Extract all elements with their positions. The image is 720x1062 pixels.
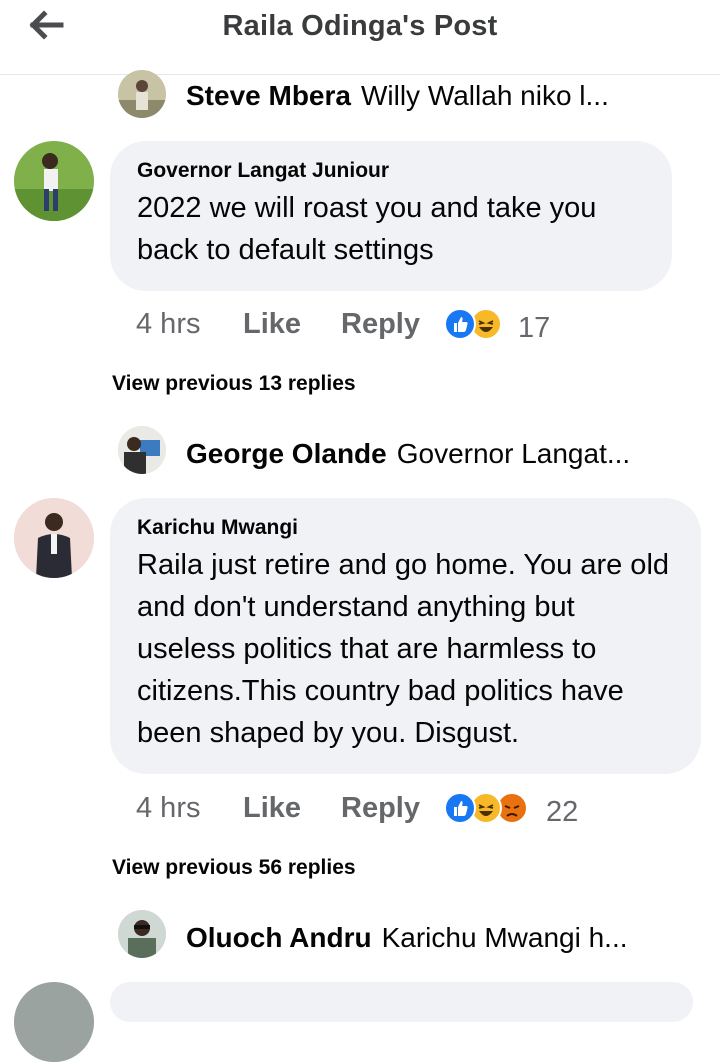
comment-actions: 4 hrs Like Reply 17 [136, 304, 576, 344]
reply-author-name[interactable]: Oluoch Andru [186, 922, 372, 953]
comment-timestamp[interactable]: 4 hrs [136, 788, 200, 828]
view-previous-replies[interactable]: View previous 13 replies [112, 372, 356, 396]
comment-text: Raila just retire and go home. You are o… [137, 549, 670, 749]
reply-button[interactable]: Reply [341, 788, 420, 828]
like-button[interactable]: Like [243, 788, 301, 828]
avatar[interactable] [14, 498, 94, 578]
like-button[interactable]: Like [243, 304, 301, 344]
comment-bubble[interactable]: Governor Langat Juniour 2022 we will roa… [110, 141, 672, 291]
reply-preview[interactable]: Steve Mbera Willy Wallah niko l... [186, 76, 609, 116]
reaction-summary[interactable]: 22 [444, 792, 604, 828]
like-reaction-icon [444, 792, 476, 824]
avatar[interactable] [14, 982, 94, 1062]
reply-author-name[interactable]: Steve Mbera [186, 80, 351, 111]
reply-snippet: Governor Langat... [396, 438, 631, 469]
avatar[interactable] [118, 70, 166, 118]
reply-preview[interactable]: George Olande Governor Langat... [186, 434, 630, 474]
avatar[interactable] [14, 141, 94, 221]
page-title: Raila Odinga's Post [222, 10, 498, 42]
reply-author-name[interactable]: George Olande [186, 438, 387, 469]
comment-actions: 4 hrs Like Reply 22 [136, 788, 606, 828]
comment-text: 2022 we will roast you and take you back… [137, 192, 597, 266]
comment-bubble[interactable] [110, 982, 693, 1022]
reaction-count[interactable]: 22 [546, 792, 578, 832]
reaction-count[interactable]: 17 [518, 308, 550, 348]
comment-timestamp[interactable]: 4 hrs [136, 304, 200, 344]
reply-button[interactable]: Reply [341, 304, 420, 344]
comment-bubble[interactable]: Karichu Mwangi Raila just retire and go … [110, 498, 701, 774]
reply-snippet: Karichu Mwangi h... [381, 922, 628, 953]
reply-snippet: Willy Wallah niko l... [360, 80, 609, 111]
reaction-summary[interactable]: 17 [444, 308, 574, 344]
comment-author-name[interactable]: Governor Langat Juniour [137, 157, 646, 185]
avatar[interactable] [118, 426, 166, 474]
view-previous-replies[interactable]: View previous 56 replies [112, 856, 356, 880]
reply-preview[interactable]: Oluoch Andru Karichu Mwangi h... [186, 918, 628, 958]
avatar[interactable] [118, 910, 166, 958]
comment-author-name[interactable]: Karichu Mwangi [137, 514, 675, 542]
like-reaction-icon [444, 308, 476, 340]
post-header: Raila Odinga's Post [0, 0, 720, 75]
